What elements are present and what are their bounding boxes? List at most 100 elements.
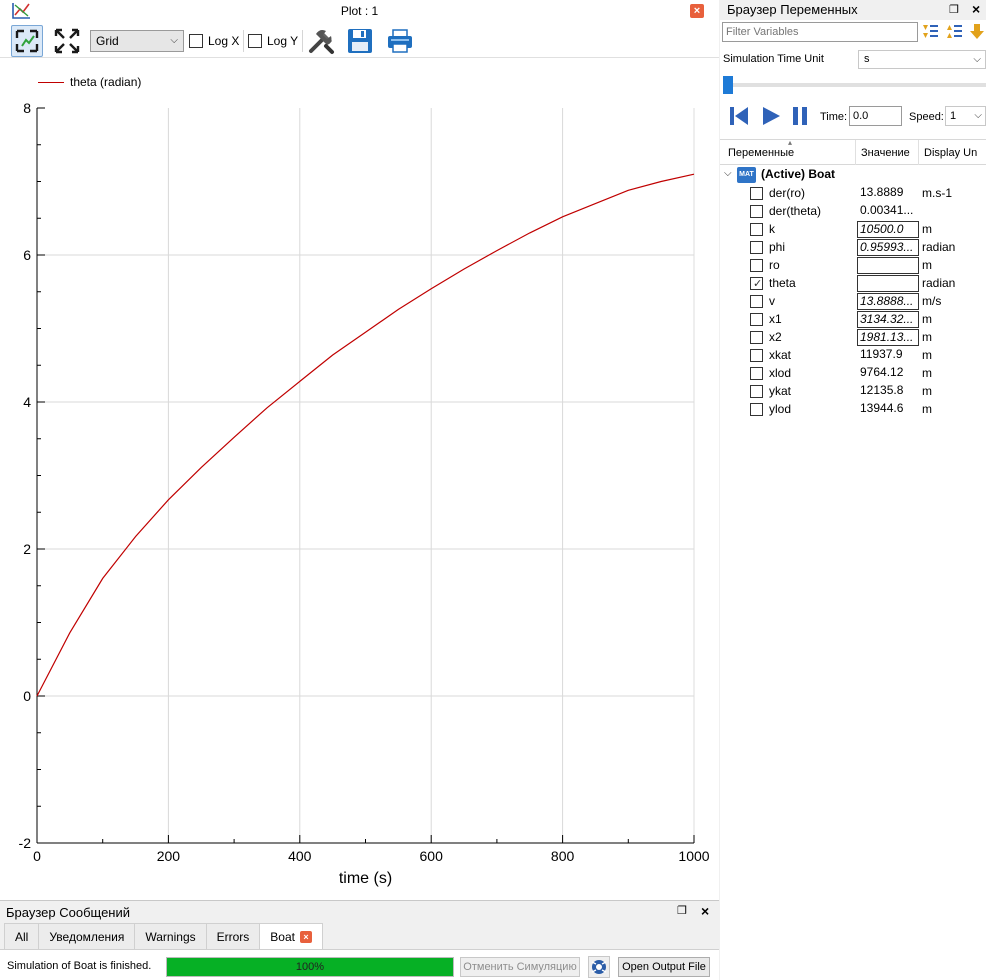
column-divider[interactable]: [918, 140, 919, 165]
filter-variables-input[interactable]: [722, 22, 918, 42]
y-tick-label: -2: [19, 835, 32, 851]
variable-row-x2[interactable]: x2 1981.13... m: [720, 328, 986, 346]
variable-checkbox[interactable]: [750, 331, 763, 344]
variable-checkbox[interactable]: [750, 385, 763, 398]
variable-row-phi[interactable]: phi 0.95993... radian: [720, 238, 986, 256]
variable-value: 12135.8: [860, 383, 904, 397]
print-plot-button[interactable]: [384, 25, 416, 57]
time-slider-handle[interactable]: [723, 76, 733, 94]
variable-value-input[interactable]: 0.95993...: [857, 239, 919, 256]
log-x-checkbox[interactable]: Log X: [189, 33, 239, 49]
variable-row-theta[interactable]: ✓ theta radian: [720, 274, 986, 292]
variable-row-xlod[interactable]: xlod 9764.12 m: [720, 364, 986, 382]
time-slider-track[interactable]: [723, 83, 986, 87]
plot-setup-button[interactable]: [305, 25, 337, 57]
expand-all-icon[interactable]: [921, 22, 939, 42]
column-header-value[interactable]: Значение: [861, 147, 910, 159]
variable-unit: m: [922, 384, 932, 398]
open-output-file-button[interactable]: Open Output File: [618, 957, 710, 977]
chevron-down-icon[interactable]: ⌵: [724, 168, 732, 179]
variable-checkbox[interactable]: [750, 403, 763, 416]
y-tick-label: 6: [23, 247, 31, 263]
tools-icon: [309, 29, 334, 54]
rewind-button[interactable]: [728, 105, 750, 127]
restore-icon[interactable]: ❐: [949, 3, 959, 16]
log-x-checkbox-box[interactable]: [189, 34, 203, 48]
plot-window: Plot : 1 × Grid ⌵ Log X Log Y 0 200 400 …: [0, 0, 719, 900]
column-header-variables[interactable]: Переменные: [728, 147, 794, 159]
close-icon[interactable]: ×: [972, 1, 980, 17]
variable-checkbox[interactable]: [750, 187, 763, 200]
variable-value-input[interactable]: [857, 257, 919, 274]
chevron-down-icon: ⌵: [973, 54, 981, 65]
message-tabs: All Уведомления Warnings Errors Boat ×: [4, 923, 323, 949]
column-header-display-unit[interactable]: Display Un: [924, 147, 977, 159]
variable-row-der-theta[interactable]: der(theta) 0.00341...: [720, 202, 986, 220]
printer-icon: [388, 29, 412, 53]
save-icon: [348, 29, 372, 53]
save-plot-button[interactable]: [344, 25, 376, 57]
toolbar-divider: [243, 30, 244, 52]
plot-toolbar: Grid ⌵ Log X Log Y: [0, 22, 719, 58]
variable-name: theta: [769, 276, 796, 290]
plot-area[interactable]: 0 200 400 600 800 1000 -2 0 2 4 6 8 time (s) theta (…: [0, 58, 719, 900]
variable-name: v: [769, 294, 775, 308]
variable-row-k[interactable]: k 10500.0 m: [720, 220, 986, 238]
variable-row-ykat[interactable]: ykat 12135.8 m: [720, 382, 986, 400]
variable-value-input[interactable]: 3134.32...: [857, 311, 919, 328]
log-y-checkbox-box[interactable]: [248, 34, 262, 48]
close-icon[interactable]: ×: [701, 903, 709, 919]
time-input[interactable]: 0.0: [849, 106, 902, 126]
tree-root-boat[interactable]: ⌵ MAT (Active) Boat: [720, 166, 986, 184]
variable-value-input[interactable]: 10500.0: [857, 221, 919, 238]
variable-row-der-ro[interactable]: der(ro) 13.8889 m.s-1: [720, 184, 986, 202]
fit-in-view-button[interactable]: [51, 25, 83, 57]
variable-checkbox[interactable]: [750, 295, 763, 308]
variable-checkbox[interactable]: [750, 241, 763, 254]
legend-swatch: [38, 81, 64, 83]
collapse-all-icon[interactable]: [945, 22, 963, 42]
variable-row-ylod[interactable]: ylod 13944.6 m: [720, 400, 986, 418]
variable-checkbox[interactable]: [750, 367, 763, 380]
variable-checkbox[interactable]: [750, 349, 763, 362]
tree-root-label: (Active) Boat: [761, 167, 836, 181]
variable-row-xkat[interactable]: xkat 11937.9 m: [720, 346, 986, 364]
tab-label: Errors: [216, 929, 250, 944]
variable-name: ylod: [769, 402, 792, 416]
pause-button[interactable]: [790, 105, 812, 127]
arrow-down-icon[interactable]: [968, 22, 986, 42]
variable-checkbox[interactable]: [750, 205, 763, 218]
tab-all[interactable]: All: [4, 923, 40, 949]
column-divider[interactable]: [855, 140, 856, 165]
variable-checkbox[interactable]: ✓: [750, 277, 763, 290]
close-tab-icon[interactable]: ×: [299, 930, 312, 943]
variable-checkbox[interactable]: [750, 313, 763, 326]
grid-select[interactable]: Grid ⌵: [90, 30, 184, 52]
restore-icon[interactable]: ❐: [677, 904, 687, 917]
tab-warnings[interactable]: Warnings: [134, 923, 207, 949]
variable-name: xkat: [769, 348, 792, 362]
variable-name: der(theta): [769, 204, 822, 218]
select-zoom-button[interactable]: [11, 25, 43, 57]
variable-value-input[interactable]: 13.8888...: [857, 293, 919, 310]
variable-value-input[interactable]: [857, 275, 919, 292]
simulation-time-unit-select[interactable]: s ⌵: [858, 50, 986, 69]
reload-simulation-button[interactable]: [588, 956, 610, 978]
tab-уведомления[interactable]: Уведомления: [38, 923, 136, 949]
cancel-simulation-button[interactable]: Отменить Симуляцию: [460, 957, 580, 977]
log-y-checkbox[interactable]: Log Y: [248, 33, 298, 49]
variable-row-x1[interactable]: x1 3134.32... m: [720, 310, 986, 328]
tab-boat[interactable]: Boat ×: [259, 923, 323, 949]
variable-checkbox[interactable]: [750, 223, 763, 236]
plot-close-button[interactable]: ×: [690, 4, 704, 18]
variable-value: 9764.12: [860, 365, 904, 379]
speed-select[interactable]: 1 ⌵: [945, 106, 986, 126]
play-button[interactable]: [760, 105, 782, 127]
variable-unit: m: [922, 330, 932, 344]
tab-errors[interactable]: Errors: [205, 923, 261, 949]
variable-row-v[interactable]: v 13.8888... m/s: [720, 292, 986, 310]
variable-unit: m: [922, 312, 932, 326]
variable-checkbox[interactable]: [750, 259, 763, 272]
variable-value-input[interactable]: 1981.13...: [857, 329, 919, 346]
variable-row-ro[interactable]: ro m: [720, 256, 986, 274]
